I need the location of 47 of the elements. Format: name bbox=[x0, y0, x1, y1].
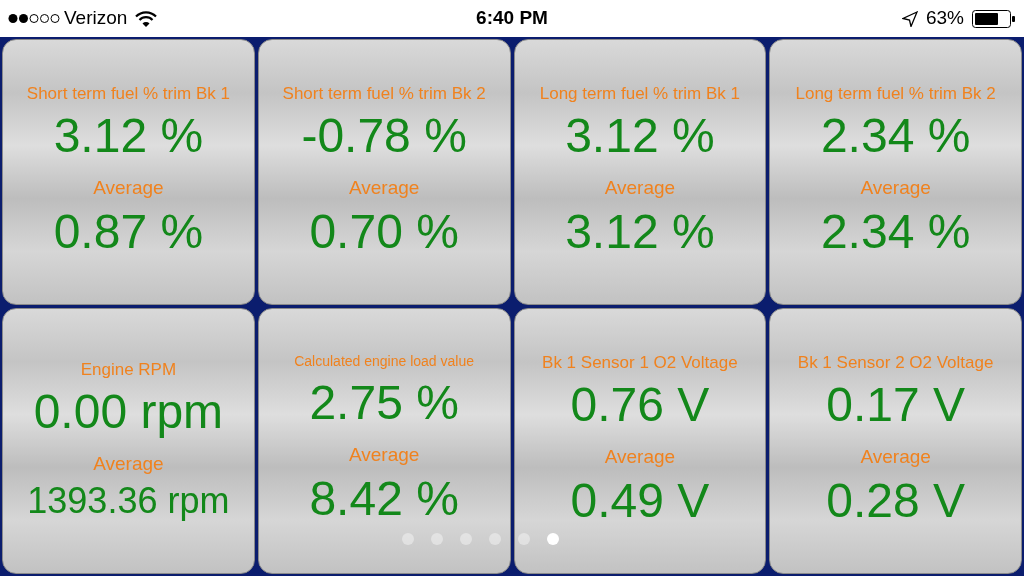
gauge-tile[interactable]: Short term fuel % trim Bk 2 -0.78 % Average 0.70 % bbox=[257, 39, 511, 305]
gauge-value: 2.34 % bbox=[820, 107, 971, 164]
gauge-value: 0.00 rpm bbox=[33, 384, 224, 441]
gauge-tile[interactable]: Long term fuel % trim Bk 2 2.34 % Average 2.34 % bbox=[769, 39, 1022, 305]
average-label: Average bbox=[604, 175, 676, 200]
gauge-title: Bk 1 Sensor 1 O2 Voltage bbox=[542, 351, 738, 373]
gauge-title: Short term fuel % trim Bk 2 bbox=[282, 82, 486, 104]
average-value: 0.70 % bbox=[309, 203, 459, 260]
average-value: 0.28 V bbox=[826, 472, 965, 529]
gauge-value: 2.75 % bbox=[309, 374, 459, 431]
carrier-name: Verizon bbox=[64, 6, 128, 31]
gauge-value: -0.78 % bbox=[301, 107, 467, 164]
battery-percent: 63% bbox=[925, 6, 964, 31]
average-value: 0.87 % bbox=[53, 203, 204, 260]
gauge-title: Engine RPM bbox=[80, 359, 177, 381]
gauge-title: Short term fuel % trim Bk 1 bbox=[26, 82, 230, 104]
gauge-tile[interactable]: Bk 1 Sensor 2 O2 Voltage 0.17 V Average 0.28 V bbox=[769, 308, 1022, 574]
average-label: Average bbox=[348, 175, 420, 200]
signal-strength-icon bbox=[8, 13, 60, 24]
average-label: Average bbox=[93, 175, 164, 200]
wifi-icon bbox=[135, 10, 158, 27]
average-value: 2.34 % bbox=[820, 203, 971, 260]
average-value: 1393.36 rpm bbox=[27, 479, 230, 523]
gauge-value: 0.76 V bbox=[570, 376, 710, 433]
average-label: Average bbox=[860, 175, 931, 200]
gauge-value: 0.17 V bbox=[826, 376, 965, 433]
gauge-title: Long term fuel % trim Bk 1 bbox=[539, 82, 741, 104]
gauge-title: Calculated engine load value bbox=[294, 353, 475, 371]
battery-icon bbox=[972, 9, 1016, 28]
gauge-value: 3.12 % bbox=[53, 107, 204, 164]
average-label: Average bbox=[93, 452, 164, 476]
gauge-tile[interactable]: Engine RPM 0.00 rpm Average 1393.36 rpm bbox=[2, 308, 255, 574]
average-label: Average bbox=[604, 444, 676, 469]
average-label: Average bbox=[860, 444, 931, 469]
clock-time: 6:40 PM bbox=[476, 6, 548, 31]
average-value: 0.49 V bbox=[570, 472, 710, 529]
average-value: 3.12 % bbox=[565, 203, 715, 260]
gauge-value: 3.12 % bbox=[565, 107, 715, 164]
average-value: 8.42 % bbox=[309, 470, 459, 527]
gauge-tile[interactable]: Calculated engine load value 2.75 % Average 8.42 % bbox=[257, 308, 511, 574]
gauge-title: Long term fuel % trim Bk 2 bbox=[795, 82, 996, 104]
location-arrow-icon bbox=[901, 10, 918, 27]
gauge-title: Bk 1 Sensor 2 O2 Voltage bbox=[797, 351, 994, 373]
gauge-tile[interactable]: Short term fuel % trim Bk 1 3.12 % Average 0.87 % bbox=[2, 39, 255, 305]
gauge-tile[interactable]: Long term fuel % trim Bk 1 3.12 % Average 3.12 % bbox=[513, 39, 767, 305]
gauge-tile[interactable]: Bk 1 Sensor 1 O2 Voltage 0.76 V Average 0.49 V bbox=[513, 308, 767, 574]
average-label: Average bbox=[348, 442, 420, 467]
